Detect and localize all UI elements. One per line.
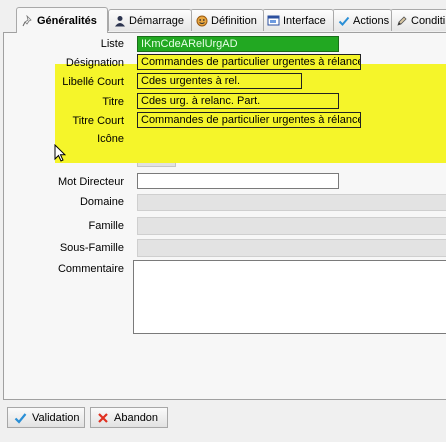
libelle-court-field[interactable]: Cdes urgentes à rel. (137, 73, 302, 89)
tab-demarrage[interactable]: Démarrage (108, 9, 192, 31)
tab-label: Actions (353, 14, 390, 27)
pencil-icon (395, 14, 408, 27)
pushpin-icon (21, 14, 34, 27)
window-icon (267, 14, 280, 27)
tab-interface[interactable]: Interface (262, 9, 334, 31)
tab-label: Définition (211, 14, 257, 27)
titre-court-label: Titre Court (72, 115, 124, 127)
abandon-button[interactable]: Abandon (90, 407, 168, 428)
famille-label: Famille (88, 220, 124, 232)
famille-field[interactable] (137, 217, 446, 235)
commentaire-textarea[interactable] (133, 260, 446, 334)
face-icon (195, 14, 208, 27)
mot-directeur-label: Mot Directeur (57, 176, 124, 188)
commentaire-label: Commentaire (57, 263, 124, 275)
tab-label: Démarrage (129, 14, 185, 27)
titre-label: Titre (102, 96, 124, 108)
designation-label: Désignation (65, 57, 124, 69)
tab-label: Généralités (37, 14, 97, 27)
domaine-field[interactable] (137, 194, 446, 211)
tab-definition[interactable]: Définition (190, 9, 264, 31)
titre-field[interactable]: Cdes urg. à relanc. Part. (137, 93, 339, 109)
mouse-cursor-icon (54, 143, 67, 166)
person-icon (113, 14, 126, 27)
domaine-label: Domaine (79, 196, 124, 208)
tab-generalites[interactable]: Généralités (16, 7, 108, 33)
libelle-court-label: Libellé Court (62, 76, 124, 88)
general-panel: Liste IKmCdeARelUrgAD Désignation Comman… (3, 32, 446, 400)
tab-label: Conditi (411, 14, 446, 27)
tab-conditions[interactable]: Conditi (390, 9, 446, 31)
validation-label: Validation (32, 411, 80, 424)
mot-directeur-field[interactable] (137, 173, 339, 189)
checkmark-icon (14, 412, 27, 424)
abandon-label: Abandon (114, 411, 159, 424)
sous-famille-label: Sous-Famille (59, 242, 124, 254)
designation-field[interactable]: Commandes de particulier urgentes à réla… (137, 54, 361, 70)
liste-label: Liste (100, 38, 124, 50)
checkmark-icon (337, 14, 350, 27)
validation-button[interactable]: Validation (7, 407, 85, 428)
tab-strip: Conditi Actions Interface Définition Dém… (0, 0, 446, 33)
close-icon (97, 412, 109, 424)
liste-field[interactable]: IKmCdeARelUrgAD (137, 36, 339, 52)
titre-court-field[interactable]: Commandes de particulier urgentes à réla… (137, 112, 361, 128)
tab-actions[interactable]: Actions (332, 9, 392, 31)
sous-famille-field[interactable] (137, 239, 446, 257)
tab-label: Interface (283, 14, 326, 27)
